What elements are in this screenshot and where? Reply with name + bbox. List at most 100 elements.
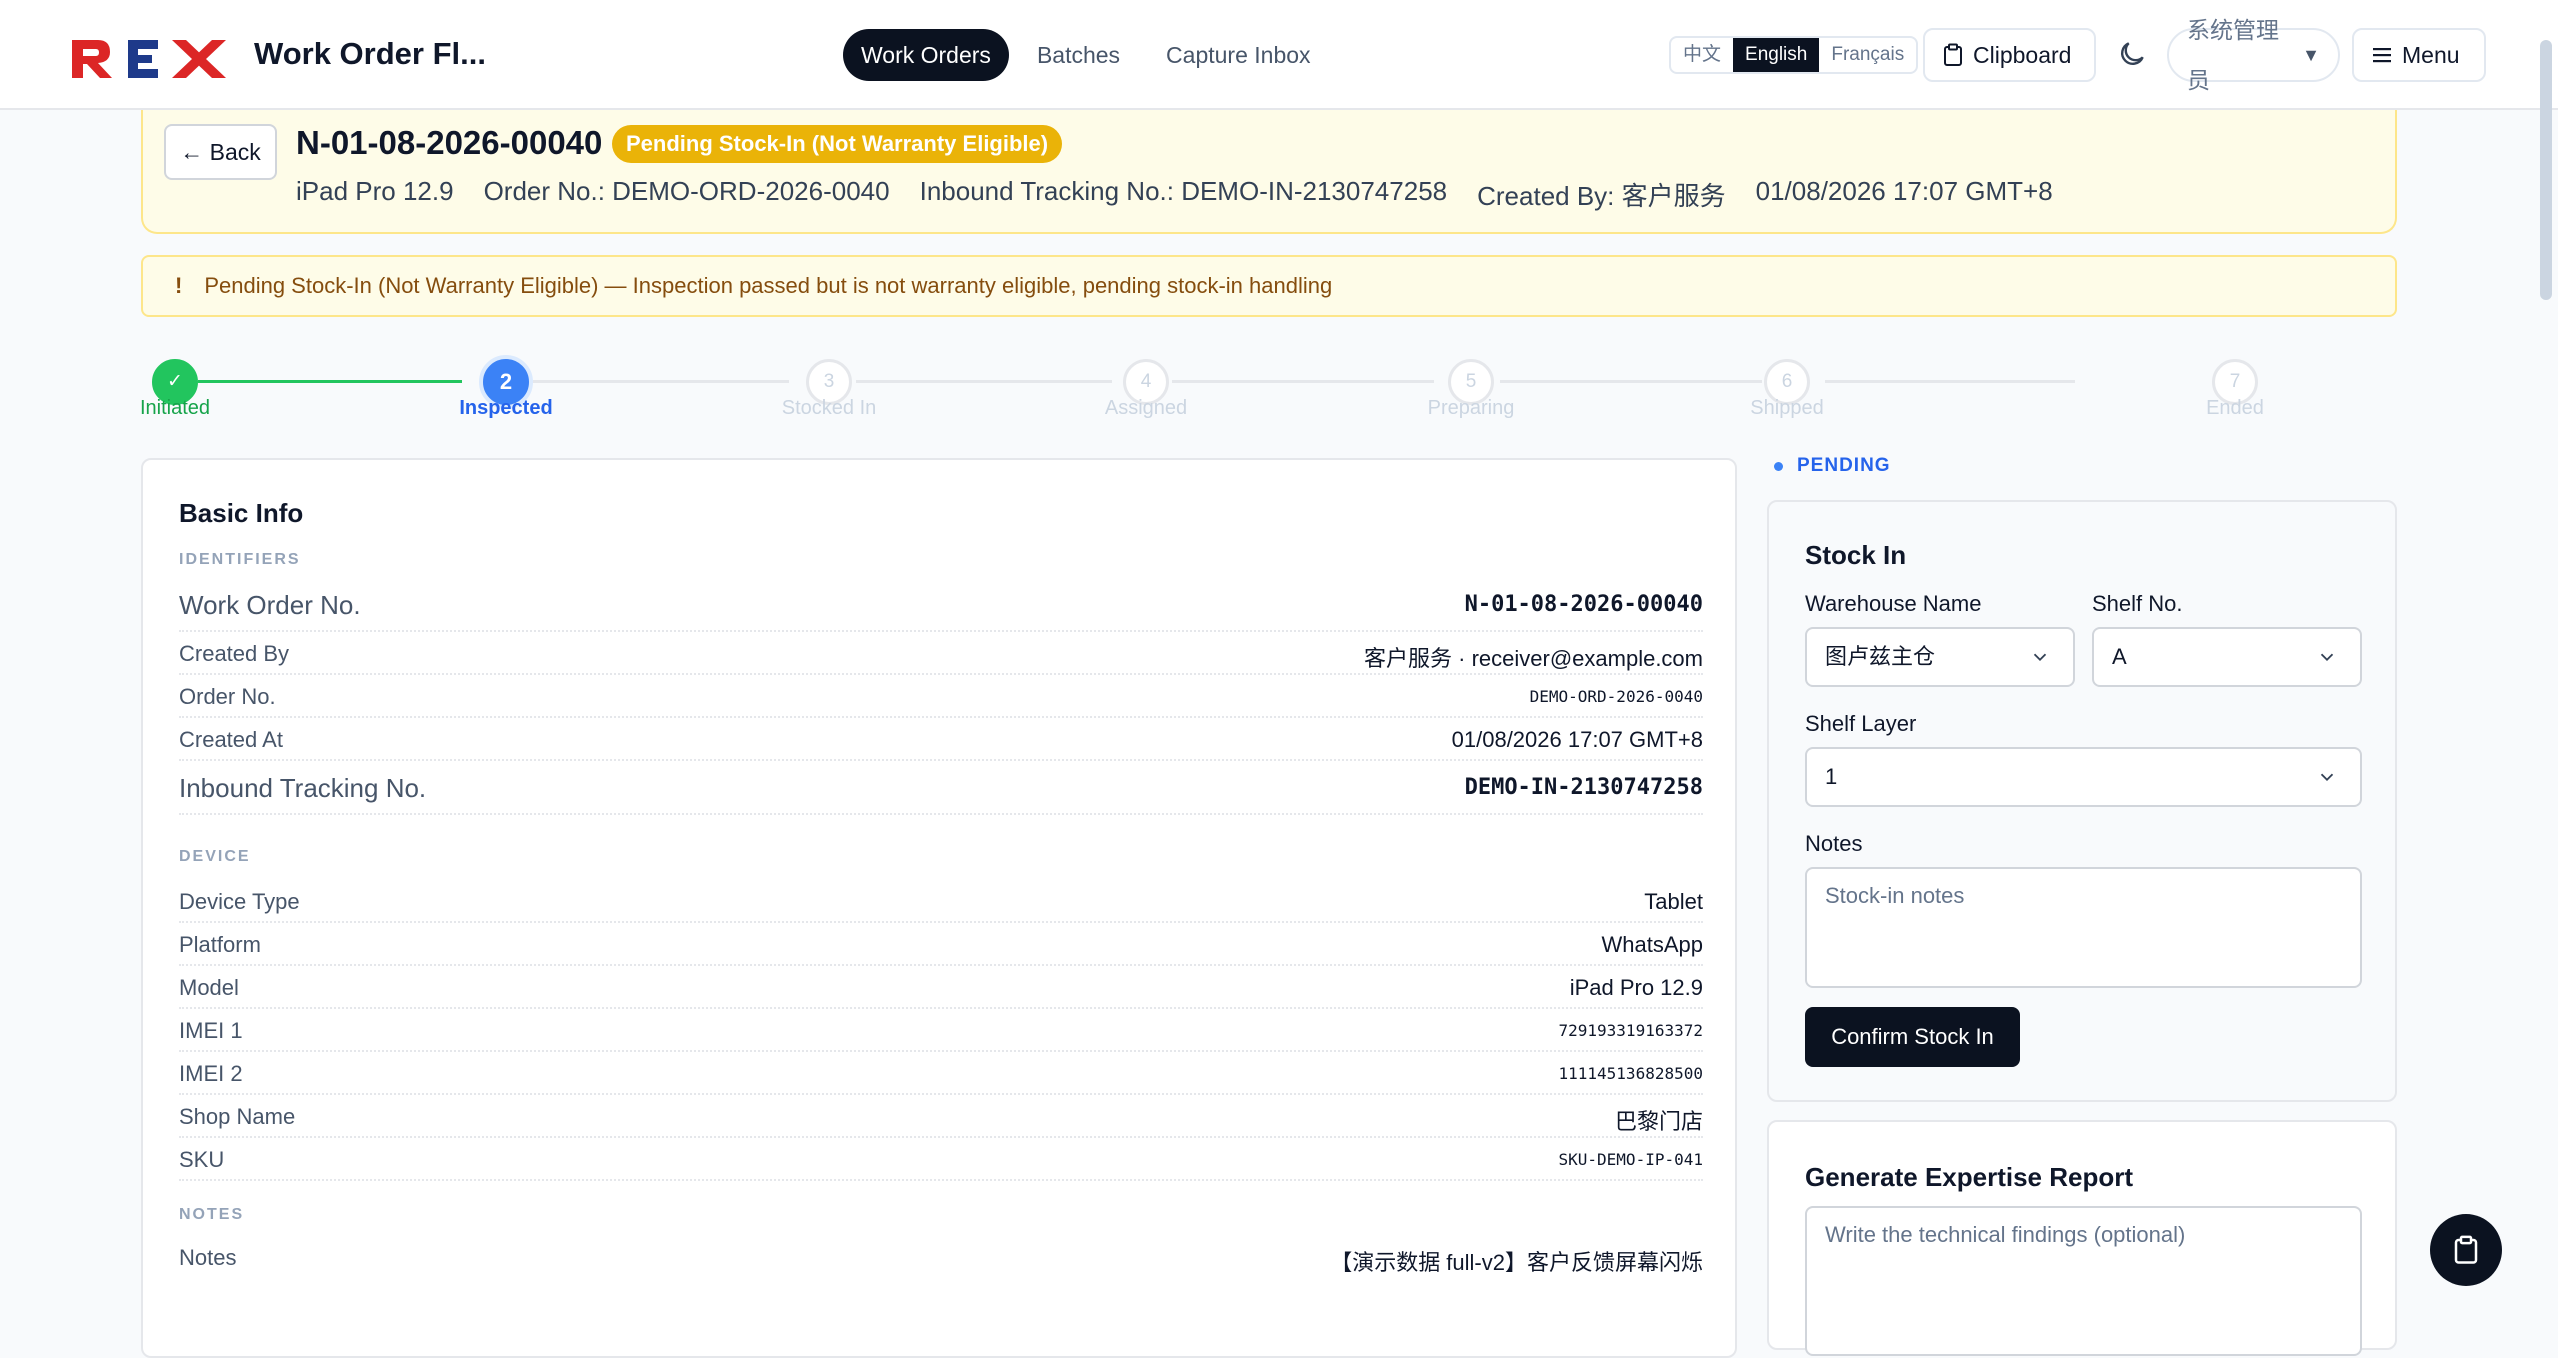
info-value: iPad Pro 12.9	[1569, 975, 1703, 1000]
info-row-notes: Notes 【演示数据 full-v2】客户反馈屏幕闪烁	[179, 1236, 1703, 1279]
info-key: IMEI 2	[179, 1061, 243, 1086]
user-menu-button[interactable]: 系统管理员 ▼	[2167, 17, 2340, 93]
chevron-down-icon	[2320, 773, 2334, 782]
step-1-label: Initiated	[139, 397, 211, 419]
info-row-created-at: Created At 01/08/2026 17:07 GMT+8	[179, 718, 1703, 761]
step-connector	[1500, 380, 1762, 383]
info-value: N-01-08-2026-00040	[1464, 592, 1703, 617]
header-created-at: 01/08/2026 17:07 GMT+8	[1755, 176, 2053, 206]
menu-label: Menu	[2402, 42, 2460, 68]
step-7-label: Ended	[2206, 397, 2264, 419]
basic-info-card: Basic Info IDENTIFIERS Work Order No. N-…	[141, 458, 1737, 1358]
header-inbound-tracking: Inbound Tracking No.: DEMO-IN-2130747258	[919, 176, 1448, 206]
step-connector	[198, 380, 462, 383]
warehouse-value: 图卢兹主仓	[1825, 644, 1936, 669]
work-order-id: N-01-08-2026-00040	[296, 124, 603, 161]
info-value: 111145136828500	[1558, 1064, 1704, 1083]
step-4-label: Assigned	[1104, 397, 1188, 419]
warehouse-select[interactable]: 图卢兹主仓	[1805, 627, 2075, 687]
info-value: DEMO-IN-2130747258	[1464, 775, 1703, 800]
report-findings-field[interactable]: Write the technical findings (optional)	[1805, 1206, 2362, 1356]
lang-fr[interactable]: Français	[1819, 38, 1916, 72]
shelf-no-label: Shelf No.	[2092, 591, 2183, 616]
header-created-by: Created By: 客户服务	[1477, 181, 1726, 211]
info-key: Created By	[179, 641, 290, 666]
clipboard-button[interactable]: Clipboard	[1923, 28, 2096, 82]
chevron-down-icon	[2320, 653, 2334, 662]
info-value: SKU-DEMO-IP-041	[1558, 1150, 1704, 1169]
step-connector	[856, 380, 1112, 383]
info-row-imei-2: IMEI 2 111145136828500	[179, 1052, 1703, 1095]
info-row-platform: Platform WhatsApp	[179, 923, 1703, 966]
stock-in-notes-field[interactable]: Stock-in notes	[1805, 867, 2362, 988]
info-row-model: Model iPad Pro 12.9	[179, 966, 1703, 1009]
info-row-created-by: Created By 客户服务 · receiver@example.com	[179, 632, 1703, 675]
pending-indicator: PENDING	[1774, 455, 1891, 477]
notes-placeholder: Stock-in notes	[1825, 883, 1965, 908]
stock-in-panel: Stock In Warehouse Name 图卢兹主仓 Shelf No. …	[1767, 500, 2397, 1102]
app-title: Work Order Fl...	[254, 36, 486, 71]
info-value: DEMO-ORD-2026-0040	[1529, 687, 1703, 706]
info-value: Tablet	[1644, 889, 1703, 914]
menu-button[interactable]: Menu	[2352, 28, 2486, 82]
info-key: Inbound Tracking No.	[179, 773, 427, 803]
user-label: 系统管理员	[2187, 17, 2279, 93]
report-title: Generate Expertise Report	[1805, 1162, 2134, 1192]
nav-batches[interactable]: Batches	[1019, 29, 1138, 81]
info-value: 【演示数据 full-v2】客户反馈屏幕闪烁	[1330, 1250, 1703, 1275]
info-row-sku: SKU SKU-DEMO-IP-041	[179, 1138, 1703, 1181]
info-key: Device Type	[179, 889, 300, 914]
pending-label: PENDING	[1797, 455, 1891, 476]
header-model: iPad Pro 12.9	[296, 176, 454, 206]
lang-zh[interactable]: 中文	[1671, 38, 1733, 72]
floating-clipboard-button[interactable]	[2430, 1214, 2502, 1286]
notes-label: Notes	[1805, 831, 1863, 856]
shelf-layer-value: 1	[1825, 764, 1838, 789]
info-key: Notes	[179, 1245, 237, 1270]
confirm-stock-in-button[interactable]: Confirm Stock In	[1805, 1007, 2020, 1067]
notes-heading: NOTES	[179, 1206, 245, 1223]
info-key: SKU	[179, 1147, 225, 1172]
moon-icon[interactable]	[2116, 38, 2148, 70]
device-heading: DEVICE	[179, 848, 251, 865]
page-scrollbar[interactable]	[2540, 40, 2552, 300]
chevron-down-icon: ▼	[2302, 45, 2320, 65]
info-key: Created At	[179, 727, 283, 752]
alert-message: Pending Stock-In (Not Warranty Eligible)…	[204, 273, 1333, 298]
header-meta: iPad Pro 12.9 Order No.: DEMO-ORD-2026-0…	[296, 176, 2053, 213]
nav-work-orders[interactable]: Work Orders	[843, 29, 1009, 81]
step-connector	[1172, 380, 1434, 383]
info-key: Order No.	[179, 684, 276, 709]
info-row-imei-1: IMEI 1 729193319163372	[179, 1009, 1703, 1052]
status-badge: Pending Stock-In (Not Warranty Eligible)	[612, 125, 1063, 163]
basic-info-title: Basic Info	[179, 498, 304, 528]
step-connector	[1825, 380, 2075, 383]
warehouse-label: Warehouse Name	[1805, 591, 1982, 616]
shelf-layer-select[interactable]: 1	[1805, 747, 2362, 807]
header-order-no: Order No.: DEMO-ORD-2026-0040	[483, 176, 890, 206]
info-value: 巴黎门店	[1614, 1109, 1703, 1134]
report-placeholder: Write the technical findings (optional)	[1825, 1222, 2186, 1247]
main-nav: Work Orders Batches Capture Inbox	[843, 29, 1329, 81]
info-row-order-no: Order No. DEMO-ORD-2026-0040	[179, 675, 1703, 718]
info-value: WhatsApp	[1601, 932, 1704, 957]
info-key: Platform	[179, 932, 261, 957]
info-row-device-type: Device Type Tablet	[179, 880, 1703, 923]
lang-en[interactable]: English	[1733, 38, 1820, 72]
back-button[interactable]: ← Back	[164, 124, 277, 180]
rex-logo[interactable]	[70, 36, 230, 80]
chevron-down-icon	[2033, 653, 2047, 662]
expertise-report-panel: Generate Expertise Report Write the tech…	[1767, 1120, 2397, 1356]
nav-capture-inbox[interactable]: Capture Inbox	[1148, 29, 1328, 81]
step-5-label: Preparing	[1427, 397, 1515, 419]
info-row-work-order-no: Work Order No. N-01-08-2026-00040	[179, 578, 1703, 632]
clipboard-icon	[2454, 1235, 2478, 1264]
step-connector	[533, 380, 789, 383]
shelf-no-select[interactable]: A	[2092, 627, 2362, 687]
info-row-shop-name: Shop Name 巴黎门店	[179, 1095, 1703, 1138]
info-value: 729193319163372	[1558, 1021, 1704, 1040]
shelf-layer-label: Shelf Layer	[1805, 711, 1917, 736]
info-key: Model	[179, 975, 239, 1000]
info-row-inbound-tracking: Inbound Tracking No. DEMO-IN-2130747258	[179, 761, 1703, 815]
info-key: Work Order No.	[179, 590, 361, 620]
